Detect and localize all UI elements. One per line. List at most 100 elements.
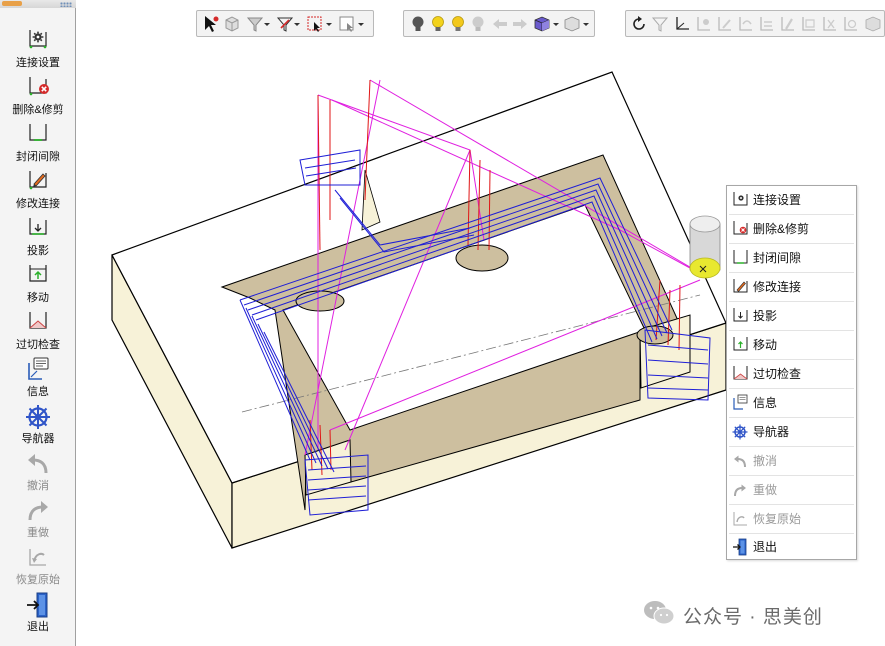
rotate-icon[interactable]: [629, 14, 649, 34]
menu-item-label: 恢复原始: [753, 512, 802, 526]
menu-item-label: 过切检查: [753, 367, 802, 381]
toolbar-btn-navigator[interactable]: 导航器: [0, 404, 76, 451]
light-off-icon[interactable]: [408, 14, 428, 34]
toolpath-c-icon[interactable]: [736, 14, 756, 34]
gouge-check-icon: [733, 366, 748, 380]
chevron-down-icon[interactable]: [263, 14, 271, 34]
menu-item-label: 导航器: [753, 425, 790, 439]
menu-item-undo[interactable]: 撤消: [727, 447, 856, 475]
chevron-down-icon[interactable]: [293, 14, 301, 34]
toolbar-btn-exit[interactable]: 退出: [0, 592, 76, 639]
menu-item-delete-trim[interactable]: 删除&修剪: [727, 215, 856, 243]
toolpath-a-icon[interactable]: [694, 14, 714, 34]
menu-item-redo[interactable]: 重做: [727, 476, 856, 504]
menu-item-label: 投影: [753, 309, 778, 323]
arrow-left-icon[interactable]: [490, 14, 510, 34]
delete-icon: [29, 77, 49, 96]
toolbar-btn-label: 删除&修剪: [12, 104, 64, 116]
menu-item-close-gap[interactable]: 封闭间隙: [727, 244, 856, 272]
toolpath-f-icon[interactable]: [799, 14, 819, 34]
context-menu: 连接设置 删除&修剪 封闭间隙 修改连接 投影 移动 过切检查 信息 导航器 撤…: [726, 185, 857, 560]
toolbar-btn-info[interactable]: 信息: [0, 357, 76, 404]
menu-item-project[interactable]: 投影: [727, 302, 856, 330]
solid-icon[interactable]: [863, 14, 883, 34]
toolbar-btn-undo[interactable]: 撤消: [0, 451, 76, 498]
menu-item-label: 删除&修剪: [753, 222, 810, 236]
pencil-icon: [733, 279, 748, 293]
toolbar-btn-label: 移动: [27, 292, 49, 304]
menu-item-info[interactable]: 信息: [727, 389, 856, 417]
restore-icon: [733, 512, 747, 526]
toolbar-grip[interactable]: [0, 0, 76, 8]
left-toolbar: 连接设置 删除&修剪 封闭间隙 修改连接 投影 移动 过切检查 信息 导航器 撤…: [0, 0, 76, 646]
menu-item-navigator[interactable]: 导航器: [727, 418, 856, 446]
light-yellow-icon[interactable]: [448, 14, 468, 34]
menu-item-label: 封闭间隙: [753, 251, 802, 265]
toolbar-btn-delete-trim[interactable]: 删除&修剪: [0, 75, 76, 122]
toolbar-btn-label: 投影: [27, 245, 49, 257]
delete-icon: [733, 221, 748, 235]
toolbar-btn-label: 恢复原始: [16, 574, 60, 586]
toolbar-btn-restore-original[interactable]: 恢复原始: [0, 545, 76, 592]
cube-view-icon[interactable]: [532, 14, 552, 34]
toolbar-btn-redo[interactable]: 重做: [0, 498, 76, 545]
toolbar-drag-handle-icon[interactable]: [60, 2, 72, 7]
toolbar-btn-gouge-check[interactable]: 过切检查: [0, 310, 76, 357]
toolbar-btn-modify-connection[interactable]: 修改连接: [0, 169, 76, 216]
undo-icon: [28, 454, 48, 474]
box-select-icon[interactable]: [222, 14, 242, 34]
exit-icon: [733, 538, 747, 556]
arrow-right-icon[interactable]: [510, 14, 530, 34]
toolpath-h-icon[interactable]: [841, 14, 861, 34]
selection-toolbar: [196, 10, 374, 37]
info-icon: [28, 357, 49, 380]
toolbar-btn-label: 退出: [27, 621, 49, 633]
window-select-icon[interactable]: [275, 14, 295, 34]
toolbar-btn-label: 封闭间隙: [16, 151, 60, 163]
toolbar-btn-label: 撤消: [27, 480, 49, 492]
toolpath-d-icon[interactable]: [757, 14, 777, 34]
move-icon: [29, 265, 47, 282]
exit-icon: [27, 592, 48, 618]
drill-icon[interactable]: [650, 14, 670, 34]
view-toolbar: [403, 10, 595, 37]
toolbar-btn-label: 修改连接: [16, 198, 60, 210]
axis-icon[interactable]: [672, 14, 692, 34]
chevron-down-icon[interactable]: [357, 14, 365, 34]
toolpath-e-icon[interactable]: [778, 14, 798, 34]
gouge-check-icon: [29, 312, 47, 329]
gear-icon: [733, 192, 748, 206]
toolbar-btn-project[interactable]: 投影: [0, 216, 76, 263]
menu-item-restore-original[interactable]: 恢复原始: [727, 505, 856, 533]
restore-icon: [29, 549, 46, 566]
light-on-icon[interactable]: [428, 14, 448, 34]
select-arrow-icon[interactable]: [201, 14, 221, 34]
chevron-down-icon[interactable]: [552, 14, 560, 34]
filter-icon[interactable]: [245, 14, 265, 34]
toolbar-btn-label: 连接设置: [16, 57, 60, 69]
toolpath-b-icon[interactable]: [715, 14, 735, 34]
lasso-icon[interactable]: [305, 14, 325, 34]
chevron-down-icon[interactable]: [325, 14, 333, 34]
light-dim-icon[interactable]: [468, 14, 488, 34]
watermark: 公众号 · 思美创: [641, 598, 871, 628]
info-icon: [733, 394, 748, 410]
menu-item-label: 信息: [753, 396, 778, 410]
menu-item-gouge-check[interactable]: 过切检查: [727, 360, 856, 388]
menu-item-label: 连接设置: [753, 193, 802, 207]
menu-item-connection-settings[interactable]: 连接设置: [727, 186, 856, 214]
pencil-icon: [29, 171, 47, 190]
toolbar-title-accent: [2, 1, 22, 6]
menu-item-modify-connection[interactable]: 修改连接: [727, 273, 856, 301]
select-window-icon[interactable]: [337, 14, 357, 34]
chevron-down-icon[interactable]: [582, 14, 590, 34]
toolbar-btn-label: 过切检查: [16, 339, 60, 351]
menu-item-move[interactable]: 移动: [727, 331, 856, 359]
toolbar-btn-move[interactable]: 移动: [0, 263, 76, 310]
shaded-icon[interactable]: [562, 14, 582, 34]
toolbar-btn-close-gap[interactable]: 封闭间隙: [0, 122, 76, 169]
navigator-wheel-icon: [732, 424, 748, 440]
menu-item-exit[interactable]: 退出: [727, 533, 856, 561]
toolpath-g-icon[interactable]: [820, 14, 840, 34]
toolbar-btn-connection-settings[interactable]: 连接设置: [0, 28, 76, 75]
